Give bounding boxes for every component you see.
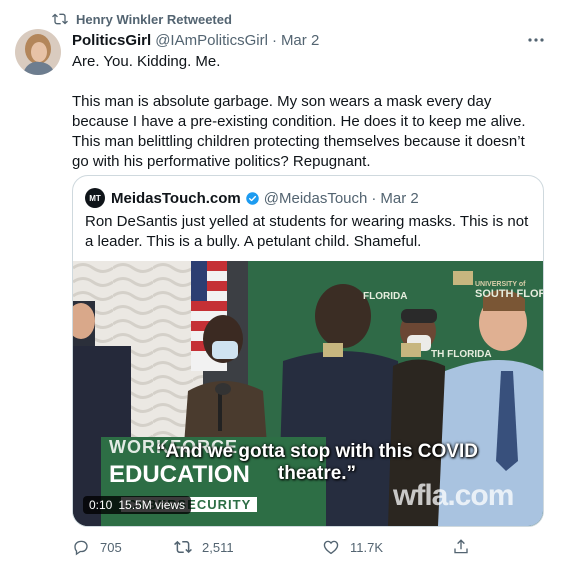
backdrop-text-2: SOUTH FLORID [475, 288, 543, 300]
retweet-header[interactable]: Henry Winkler Retweeted [52, 10, 232, 28]
reply-icon [74, 540, 88, 556]
avatar[interactable] [15, 29, 61, 75]
tweet-date[interactable]: Mar 2 [281, 32, 319, 49]
reply-button[interactable]: 705 [72, 538, 122, 556]
quoted-date[interactable]: Mar 2 [380, 190, 418, 207]
retweet-button[interactable]: 2,511 [174, 538, 234, 556]
video-views: 15.5M views [118, 498, 186, 512]
video-status-badge: 0:10 15.5M views [83, 496, 192, 514]
separator-dot: · [271, 31, 277, 49]
retweet-action-icon [174, 540, 192, 554]
quoted-separator-dot: · [371, 189, 377, 207]
retweet-label: Henry Winkler Retweeted [76, 11, 232, 27]
retweet-icon [52, 13, 68, 25]
backdrop-text-1: FLORIDA [363, 291, 408, 302]
verified-badge-icon [246, 191, 259, 205]
tweet-text: Are. You. Kidding. Me. This man is absol… [72, 52, 537, 172]
video-watermark: wfla.com [393, 479, 514, 512]
avatar-image [15, 29, 61, 75]
quoted-author-name[interactable]: MeidasTouch.com [111, 190, 241, 207]
author-name[interactable]: PoliticsGirl [72, 32, 151, 49]
quoted-tweet-text: Ron DeSantis just yelled at students for… [85, 213, 529, 250]
quoted-author-handle[interactable]: @MeidasTouch [264, 190, 368, 207]
tweet-paragraph-2: This man is absolute garbage. My son wea… [72, 93, 526, 170]
quoted-avatar: MT [85, 188, 105, 208]
video-time: 0:10 [89, 498, 113, 512]
backdrop-small-text: UNIVERSITY of [475, 281, 526, 288]
tweet-header: PoliticsGirl @IAmPoliticsGirl · Mar 2 [72, 30, 319, 50]
video-player[interactable]: FLORIDA UNIVERSITY of SOUTH FLORID TH FL… [73, 261, 543, 526]
author-handle[interactable]: @IAmPoliticsGirl [155, 32, 268, 49]
share-icon [454, 539, 468, 554]
tweet-paragraph-1: Are. You. Kidding. Me. [72, 53, 221, 70]
heart-icon [323, 540, 339, 555]
reply-count: 705 [100, 539, 122, 555]
share-button[interactable] [452, 538, 480, 556]
retweet-count: 2,511 [202, 539, 234, 555]
tweet-actions: 705 2,511 11.7K [72, 538, 472, 560]
more-options-icon [528, 38, 544, 42]
like-button[interactable]: 11.7K [322, 538, 383, 556]
quoted-tweet-header: MT MeidasTouch.com @MeidasTouch · Mar 2 [85, 188, 419, 208]
quoted-tweet[interactable]: MT MeidasTouch.com @MeidasTouch · Mar 2 … [72, 175, 544, 527]
more-options-button[interactable] [526, 33, 546, 47]
backdrop-text-3: TH FLORIDA [431, 349, 492, 360]
like-count: 11.7K [350, 539, 384, 555]
